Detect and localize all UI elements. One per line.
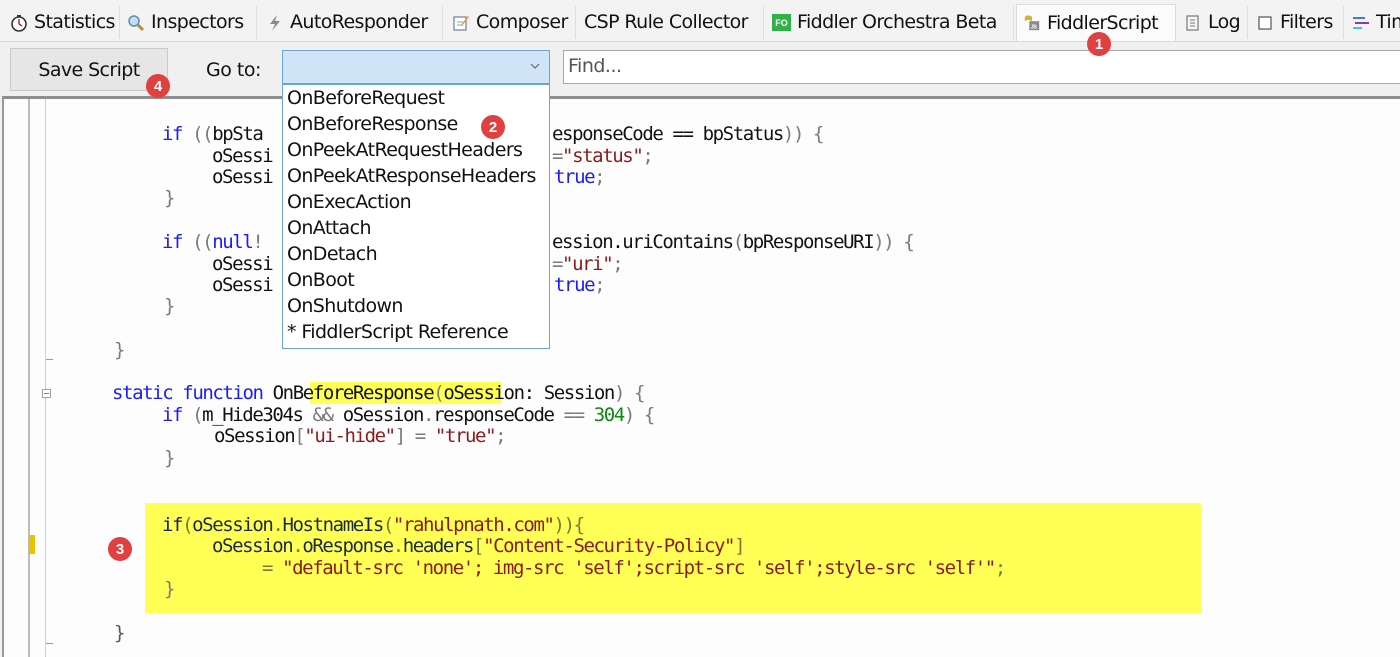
dropdown-item-fiddlerscript-reference[interactable]: * FiddlerScript Reference	[283, 319, 549, 345]
magnifier-icon	[127, 14, 145, 32]
code-line: if (m_Hide304s && oSession.responseCode …	[162, 404, 655, 426]
goto-label: Go to:	[206, 59, 261, 81]
tab-fiddler-orchestra-beta[interactable]: FO Fiddler Orchestra Beta	[766, 6, 1014, 39]
changed-line-marker	[29, 535, 35, 554]
code-line: true;	[554, 166, 606, 188]
step-badge-3: 3	[108, 537, 132, 561]
code-line: }	[114, 622, 125, 644]
code-line: = "default-src 'none'; img-src 'self';sc…	[262, 557, 1006, 579]
code-line: }	[164, 447, 175, 469]
code-line: }	[164, 295, 175, 317]
dropdown-item-onpeekatresponseheaders[interactable]: OnPeekAtResponseHeaders	[283, 163, 549, 189]
svg-text:JS: JS	[1030, 24, 1037, 30]
save-script-button[interactable]: Save Script	[10, 48, 168, 91]
stopwatch-icon	[10, 14, 28, 32]
gutter-divider	[28, 99, 30, 657]
timeline-icon	[1352, 14, 1370, 32]
chevron-down-icon	[530, 63, 540, 69]
pencil-note-icon	[452, 14, 470, 32]
dropdown-item-onbeforerequest[interactable]: OnBeforeRequest	[283, 85, 549, 111]
tab-label: Filters	[1280, 11, 1333, 33]
log-document-icon	[1184, 14, 1202, 32]
tab-label: Log	[1208, 11, 1241, 33]
code-line: ="uri";	[552, 253, 624, 275]
code-line: static function OnBeforeResponse(oSessio…	[112, 382, 646, 404]
tab-label: FiddlerScript	[1047, 11, 1159, 34]
code-line: ession.uriContains(bpResponseURI)) {	[552, 231, 915, 253]
checkbox-icon	[1256, 14, 1274, 32]
tab-csp-rule-collector[interactable]: CSP Rule Collector	[578, 6, 764, 39]
tab-label: Fiddler Orchestra Beta	[797, 11, 997, 33]
tab-timeline[interactable]: Tim	[1346, 6, 1400, 39]
script-editor[interactable]: if ((bpSta esponseCode == bpStatus)) { o…	[2, 96, 1400, 657]
tab-inspectors[interactable]: Inspectors	[121, 6, 257, 39]
code-line: esponseCode == bpStatus)) {	[552, 123, 824, 145]
tab-log[interactable]: Log	[1178, 6, 1248, 39]
tab-label: CSP Rule Collector	[584, 11, 749, 33]
step-badge-2: 2	[481, 115, 505, 139]
step-badge-4: 4	[146, 74, 170, 98]
code-line: }	[164, 578, 175, 600]
script-js-icon: JS	[1023, 14, 1041, 32]
find-input[interactable]: Find...	[563, 50, 1400, 84]
dropdown-item-onattach[interactable]: OnAttach	[283, 215, 549, 241]
tab-filters[interactable]: Filters	[1250, 6, 1344, 39]
code-line: oSession["ui-hide"] = "true";	[214, 425, 507, 447]
dropdown-item-onexecaction[interactable]: OnExecAction	[283, 189, 549, 215]
code-line: oSessi	[212, 166, 274, 188]
code-line: if ((null!	[162, 231, 264, 253]
code-line: oSessi	[212, 145, 274, 167]
fold-collapse-icon[interactable]	[42, 389, 51, 398]
code-line: oSessi	[212, 274, 274, 296]
code-line: if(oSession.HostnameIs("rahulpnath.com")…	[162, 514, 585, 536]
fold-margin	[45, 99, 46, 657]
dropdown-item-ondetach[interactable]: OnDetach	[283, 241, 549, 267]
code-line: ="status";	[552, 145, 654, 167]
dropdown-item-onshutdown[interactable]: OnShutdown	[283, 293, 549, 319]
goto-select[interactable]	[282, 50, 550, 84]
code-line: oSession.oResponse.headers["Content-Secu…	[212, 535, 746, 557]
dropdown-item-onbeforeresponse[interactable]: OnBeforeResponse	[283, 111, 549, 137]
dropdown-item-onboot[interactable]: OnBoot	[283, 267, 549, 293]
code-line: oSessi	[212, 253, 274, 275]
code-line: }	[164, 187, 175, 209]
fold-end-marker	[46, 359, 53, 360]
tab-label: Composer	[476, 11, 568, 33]
tab-label: Statistics	[34, 11, 115, 33]
code-line: }	[114, 339, 125, 361]
code-line: true;	[554, 274, 606, 296]
tab-composer[interactable]: Composer	[446, 6, 576, 39]
lightning-icon	[266, 14, 284, 32]
code-line: if ((bpSta	[162, 123, 264, 145]
step-badge-1: 1	[1087, 32, 1111, 56]
tab-label: Tim	[1376, 11, 1400, 33]
tab-strip: Statistics Inspectors AutoResponder Comp…	[0, 0, 1400, 42]
tab-label: AutoResponder	[290, 11, 428, 33]
tab-autoresponder[interactable]: AutoResponder	[260, 6, 443, 39]
goto-dropdown-list: OnBeforeRequest OnBeforeResponse OnPeekA…	[282, 84, 550, 349]
tab-statistics[interactable]: Statistics	[4, 6, 120, 39]
tab-label: Inspectors	[151, 11, 244, 33]
script-toolbar: Save Script Go to: Find...	[0, 42, 1400, 96]
dropdown-item-onpeekatrequestheaders[interactable]: OnPeekAtRequestHeaders	[283, 137, 549, 163]
fo-badge-icon: FO	[772, 14, 791, 31]
fold-end-marker	[46, 643, 53, 644]
